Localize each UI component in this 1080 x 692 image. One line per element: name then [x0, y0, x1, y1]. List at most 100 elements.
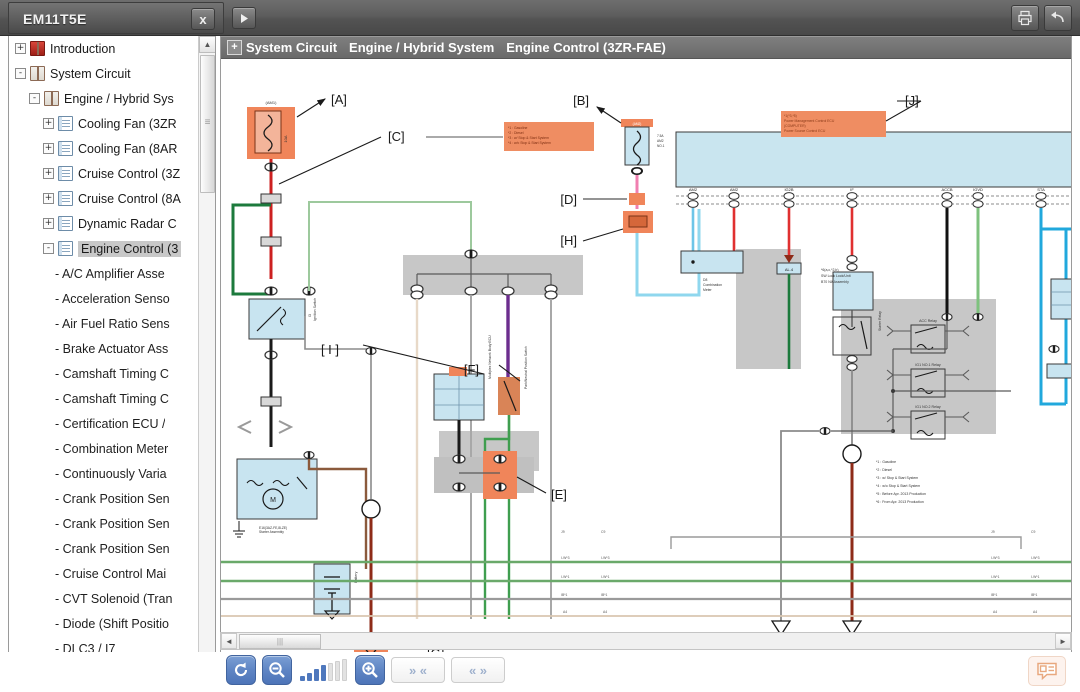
zoom-in-button[interactable]	[355, 655, 385, 685]
next-page-button[interactable]: » «	[391, 657, 445, 683]
tree-node-3[interactable]: +Cooling Fan (3ZR	[9, 111, 199, 136]
svg-text:Combination: Combination	[703, 283, 722, 287]
refresh-button[interactable]	[226, 655, 256, 685]
tree-leaf-5[interactable]: - Camshaft Timing C	[9, 386, 199, 411]
tree-leaf-4[interactable]: - Camshaft Timing C	[9, 361, 199, 386]
tree-leaf-3[interactable]: - Brake Actuator Ass	[9, 336, 199, 361]
zoom-out-icon	[268, 661, 286, 679]
tree-node-2[interactable]: -Engine / Hybrid Sys	[9, 86, 199, 111]
tree-expander-7[interactable]: +	[43, 218, 54, 229]
tree-node-1[interactable]: -System Circuit	[9, 61, 199, 86]
tree-leaf-8[interactable]: - Continuously Varia	[9, 461, 199, 486]
diagram-viewer: + System Circuit Engine / Hybrid System …	[220, 36, 1072, 656]
tree-expander-1[interactable]: -	[15, 68, 26, 79]
back-button[interactable]	[1044, 5, 1072, 31]
svg-text:ACCB: ACCB	[941, 187, 952, 192]
zoom-step-7[interactable]	[342, 659, 347, 681]
breadcrumb-segment-1[interactable]: System Circuit	[246, 40, 337, 55]
svg-text:AM2: AM2	[657, 139, 664, 143]
navigation-tree-pane: +Introduction-System Circuit-Engine / Hy…	[8, 36, 216, 670]
print-button[interactable]	[1011, 5, 1039, 31]
wiring-diagram-canvas[interactable]: *1(*3,*5) Power Management Control ECU (…	[221, 59, 1072, 656]
tree-leaf-10[interactable]: - Crank Position Sen	[9, 511, 199, 536]
tree-node-0[interactable]: +Introduction	[9, 36, 199, 61]
zoom-step-4[interactable]	[321, 665, 326, 681]
tree-scroll-up-button[interactable]: ▲	[199, 36, 216, 53]
svg-text:AL.4: AL.4	[785, 267, 794, 272]
document-icon	[58, 241, 73, 256]
svg-text:A4: A4	[1033, 610, 1037, 614]
diagram-scroll-right-button[interactable]: ►	[1055, 633, 1071, 649]
tree-leaf-13[interactable]: - CVT Solenoid (Tran	[9, 586, 199, 611]
tree-leaf-label: - A/C Amplifier Asse	[55, 267, 165, 281]
svg-text:(COMPUTER): (COMPUTER)	[784, 124, 806, 128]
document-tab[interactable]: EM11T5E x	[8, 2, 224, 34]
breadcrumb-segment-3[interactable]: Engine Control (3ZR-FAE)	[506, 40, 666, 55]
zoom-step-5[interactable]	[328, 663, 333, 681]
svg-text:[J]: [J]	[905, 93, 919, 108]
svg-text:*6 : From Apr. 2013 Production: *6 : From Apr. 2013 Production	[876, 500, 924, 504]
tree-leaf-12[interactable]: - Cruise Control Mai	[9, 561, 199, 586]
zoom-level-slider[interactable]	[298, 659, 349, 681]
diagram-horizontal-scrollbar[interactable]: ◄ ►	[220, 632, 1072, 650]
bottom-toolbar: » « « »	[0, 652, 1080, 692]
navigation-tree[interactable]: +Introduction-System Circuit-Engine / Hy…	[9, 36, 199, 670]
svg-text:*5 : Before Apr. 2013 Producti: *5 : Before Apr. 2013 Production	[876, 492, 926, 496]
tree-expander-3[interactable]: +	[43, 118, 54, 129]
expand-all-badge[interactable]: +	[227, 40, 242, 55]
svg-text:I-W*3: I-W*3	[1031, 556, 1040, 560]
document-icon	[58, 166, 73, 181]
tree-leaf-label: - Air Fuel Ratio Sens	[55, 317, 170, 331]
svg-text:C9: C9	[601, 530, 605, 534]
tree-leaf-2[interactable]: - Air Fuel Ratio Sens	[9, 311, 199, 336]
diagram-hscrollbar-thumb[interactable]	[239, 634, 321, 649]
tree-leaf-1[interactable]: - Acceleration Senso	[9, 286, 199, 311]
tree-node-6[interactable]: +Cruise Control (8A	[9, 186, 199, 211]
tree-expander-0[interactable]: +	[15, 43, 26, 54]
tree-scrollbar-thumb[interactable]	[200, 55, 215, 193]
svg-text:IGVD: IGVD	[973, 187, 983, 192]
tree-node-5[interactable]: +Cruise Control (3Z	[9, 161, 199, 186]
svg-text:A4: A4	[563, 610, 567, 614]
application-window: EM11T5E x +In	[0, 0, 1080, 692]
zoom-step-6[interactable]	[335, 661, 340, 681]
breadcrumb-segment-2[interactable]: Engine / Hybrid System	[349, 40, 494, 55]
tree-node-7[interactable]: +Dynamic Radar C	[9, 211, 199, 236]
tree-leaf-label: - Crank Position Sen	[55, 542, 170, 556]
tree-leaf-0[interactable]: - A/C Amplifier Asse	[9, 261, 199, 286]
tree-expander-8[interactable]: -	[43, 243, 54, 254]
tree-leaf-label: - Acceleration Senso	[55, 292, 170, 306]
tree-leaf-9[interactable]: - Crank Position Sen	[9, 486, 199, 511]
zoom-in-icon	[361, 661, 379, 679]
svg-text:*3 : w/ Stop & Start System: *3 : w/ Stop & Start System	[876, 476, 918, 480]
previous-page-button[interactable]: « »	[451, 657, 505, 683]
tree-node-4[interactable]: +Cooling Fan (8AR	[9, 136, 199, 161]
tree-expander-2[interactable]: -	[29, 93, 40, 104]
svg-text:I-W*3: I-W*3	[601, 556, 610, 560]
tree-expander-6[interactable]: +	[43, 193, 54, 204]
svg-text:10A: 10A	[283, 135, 288, 142]
diagram-scroll-left-button[interactable]: ◄	[221, 633, 237, 649]
zoom-step-2[interactable]	[307, 673, 312, 681]
expand-panel-button[interactable]	[232, 7, 256, 29]
document-icon	[58, 216, 73, 231]
tree-node-8[interactable]: -Engine Control (3	[9, 236, 199, 261]
close-button[interactable]: x	[191, 8, 215, 30]
zoom-out-button[interactable]	[262, 655, 292, 685]
tree-leaf-14[interactable]: - Diode (Shift Positio	[9, 611, 199, 636]
tree-expander-5[interactable]: +	[43, 168, 54, 179]
book-icon	[44, 91, 59, 106]
svg-text:7.5A: 7.5A	[657, 134, 664, 138]
zoom-step-3[interactable]	[314, 669, 319, 681]
book-icon	[30, 66, 45, 81]
tree-leaf-11[interactable]: - Crank Position Sen	[9, 536, 199, 561]
comment-button[interactable]	[1028, 656, 1066, 686]
tree-expander-4[interactable]: +	[43, 143, 54, 154]
zoom-step-1[interactable]	[300, 676, 305, 681]
svg-text:Ignition Switch: Ignition Switch	[313, 298, 317, 321]
svg-text:IG1 NO.1 Relay: IG1 NO.1 Relay	[915, 363, 941, 367]
tree-leaf-7[interactable]: - Combination Meter	[9, 436, 199, 461]
tree-vertical-scrollbar[interactable]: ▲ ▼	[198, 36, 215, 670]
svg-text:*6(a,c,*2,b): *6(a,c,*2,b)	[821, 268, 839, 272]
tree-leaf-6[interactable]: - Certification ECU /	[9, 411, 199, 436]
